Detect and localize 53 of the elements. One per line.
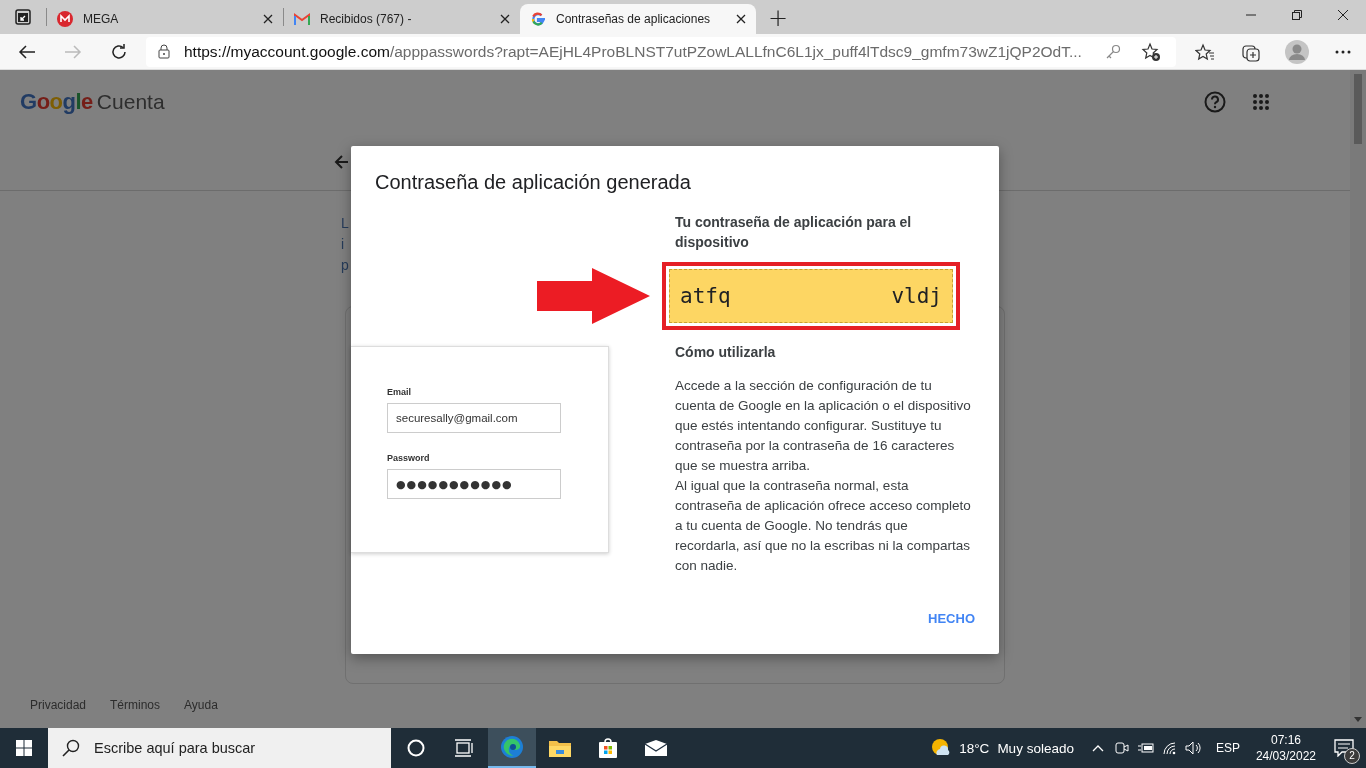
- scrollbar-thumb[interactable]: [1354, 74, 1362, 144]
- footer-link[interactable]: Términos: [110, 698, 161, 712]
- google-g-icon: [530, 11, 546, 27]
- back-arrow-icon[interactable]: [334, 155, 348, 169]
- password-field: ●●●●●●●●●●●: [387, 469, 561, 499]
- clock-date[interactable]: 24/03/2022: [1255, 748, 1316, 764]
- howto-heading: Cómo utilizarla: [675, 343, 777, 362]
- text-fragment: i: [341, 235, 345, 254]
- edge-browser-icon[interactable]: [488, 728, 536, 768]
- scrollbar[interactable]: [1350, 70, 1366, 728]
- address-bar[interactable]: https://myaccount.google.com/apppasswords?rapt=AEjHL4ProBLNST7utPZowLALLfnC6L1jx_puff4lTdsc9_gmfm73wZ1jQP2OdT...: [146, 36, 1176, 67]
- weather-text[interactable]: Muy soleado: [997, 740, 1074, 756]
- tab-title: MEGA: [83, 12, 120, 26]
- browser-tab[interactable]: Recibidos (767) -: [284, 4, 520, 34]
- apps-grid-icon[interactable]: [1252, 93, 1270, 111]
- footer-link[interactable]: Privacidad: [30, 698, 87, 712]
- temperature-text[interactable]: 18°C: [959, 740, 990, 756]
- language-indicator[interactable]: ESP: [1215, 741, 1240, 755]
- search-icon: [62, 739, 80, 757]
- done-button[interactable]: HECHO: [920, 605, 983, 632]
- password-heading: Tu contraseña de aplicación para el dispositivo: [675, 213, 913, 252]
- generated-password: atfq vldj: [669, 269, 953, 323]
- scroll-down-icon[interactable]: [1354, 717, 1362, 722]
- taskbar-search-field[interactable]: Escribe aquí para buscar: [48, 728, 391, 768]
- email-label: Email: [387, 387, 412, 397]
- close-tab-icon[interactable]: [736, 14, 746, 24]
- notifications-icon[interactable]: [1334, 739, 1354, 757]
- close-tab-icon[interactable]: [500, 14, 510, 24]
- text-fragment: p: [341, 256, 349, 275]
- tab-title: Contraseñas de aplicaciones: [556, 12, 712, 26]
- mail-logo-icon: [294, 13, 310, 25]
- close-tab-icon[interactable]: [263, 14, 273, 24]
- notification-count: 2: [1344, 748, 1360, 764]
- email-field: securesally@gmail.com: [387, 403, 561, 433]
- text-fragment: L: [341, 214, 349, 233]
- browser-tab[interactable]: MEGA: [47, 4, 283, 34]
- new-tab-button[interactable]: +: [760, 2, 796, 34]
- footer-link[interactable]: Ayuda: [184, 698, 218, 712]
- help-icon[interactable]: [1204, 91, 1226, 113]
- browser-tab[interactable]: Contraseñas de aplicaciones: [520, 4, 756, 34]
- weather-icon[interactable]: [931, 738, 952, 758]
- instructions-text: Accede a la sección de configuración de tu cuenta de Google en la aplicación o el dispositivo que estés intentando configurar. Sustituye tu contraseña por la contraseña de 16 caracteres que se muestra arriba.: [675, 377, 971, 475]
- product-name: Cuenta: [96, 90, 165, 114]
- dialog-title: Contraseña de aplicación generada: [375, 171, 691, 194]
- search-placeholder: Escribe aquí para buscar: [94, 740, 256, 756]
- pointer-arrow-icon: [537, 268, 650, 324]
- password-label: Password: [387, 453, 431, 463]
- tab-title: Recibidos (767) -: [320, 12, 413, 26]
- clock-time[interactable]: 07:16: [1270, 732, 1301, 748]
- lock-icon: [158, 44, 170, 59]
- mega-logo-icon: [57, 11, 73, 27]
- url-text: https://myaccount.google.com/apppasswords?rapt=AEjHL4ProBLNST7utPZowLALLfnC6L1jx_puff4lTdsc9_gmfm73wZ1jQP2OdT...: [184, 42, 1083, 61]
- instructions-text: Al igual que la contraseña normal, esta contraseña de aplicación ofrece acceso completo a tu cuenta de Google. No tendrás que recordarla, así que no la escribas ni la compartas con nadie.: [675, 477, 971, 575]
